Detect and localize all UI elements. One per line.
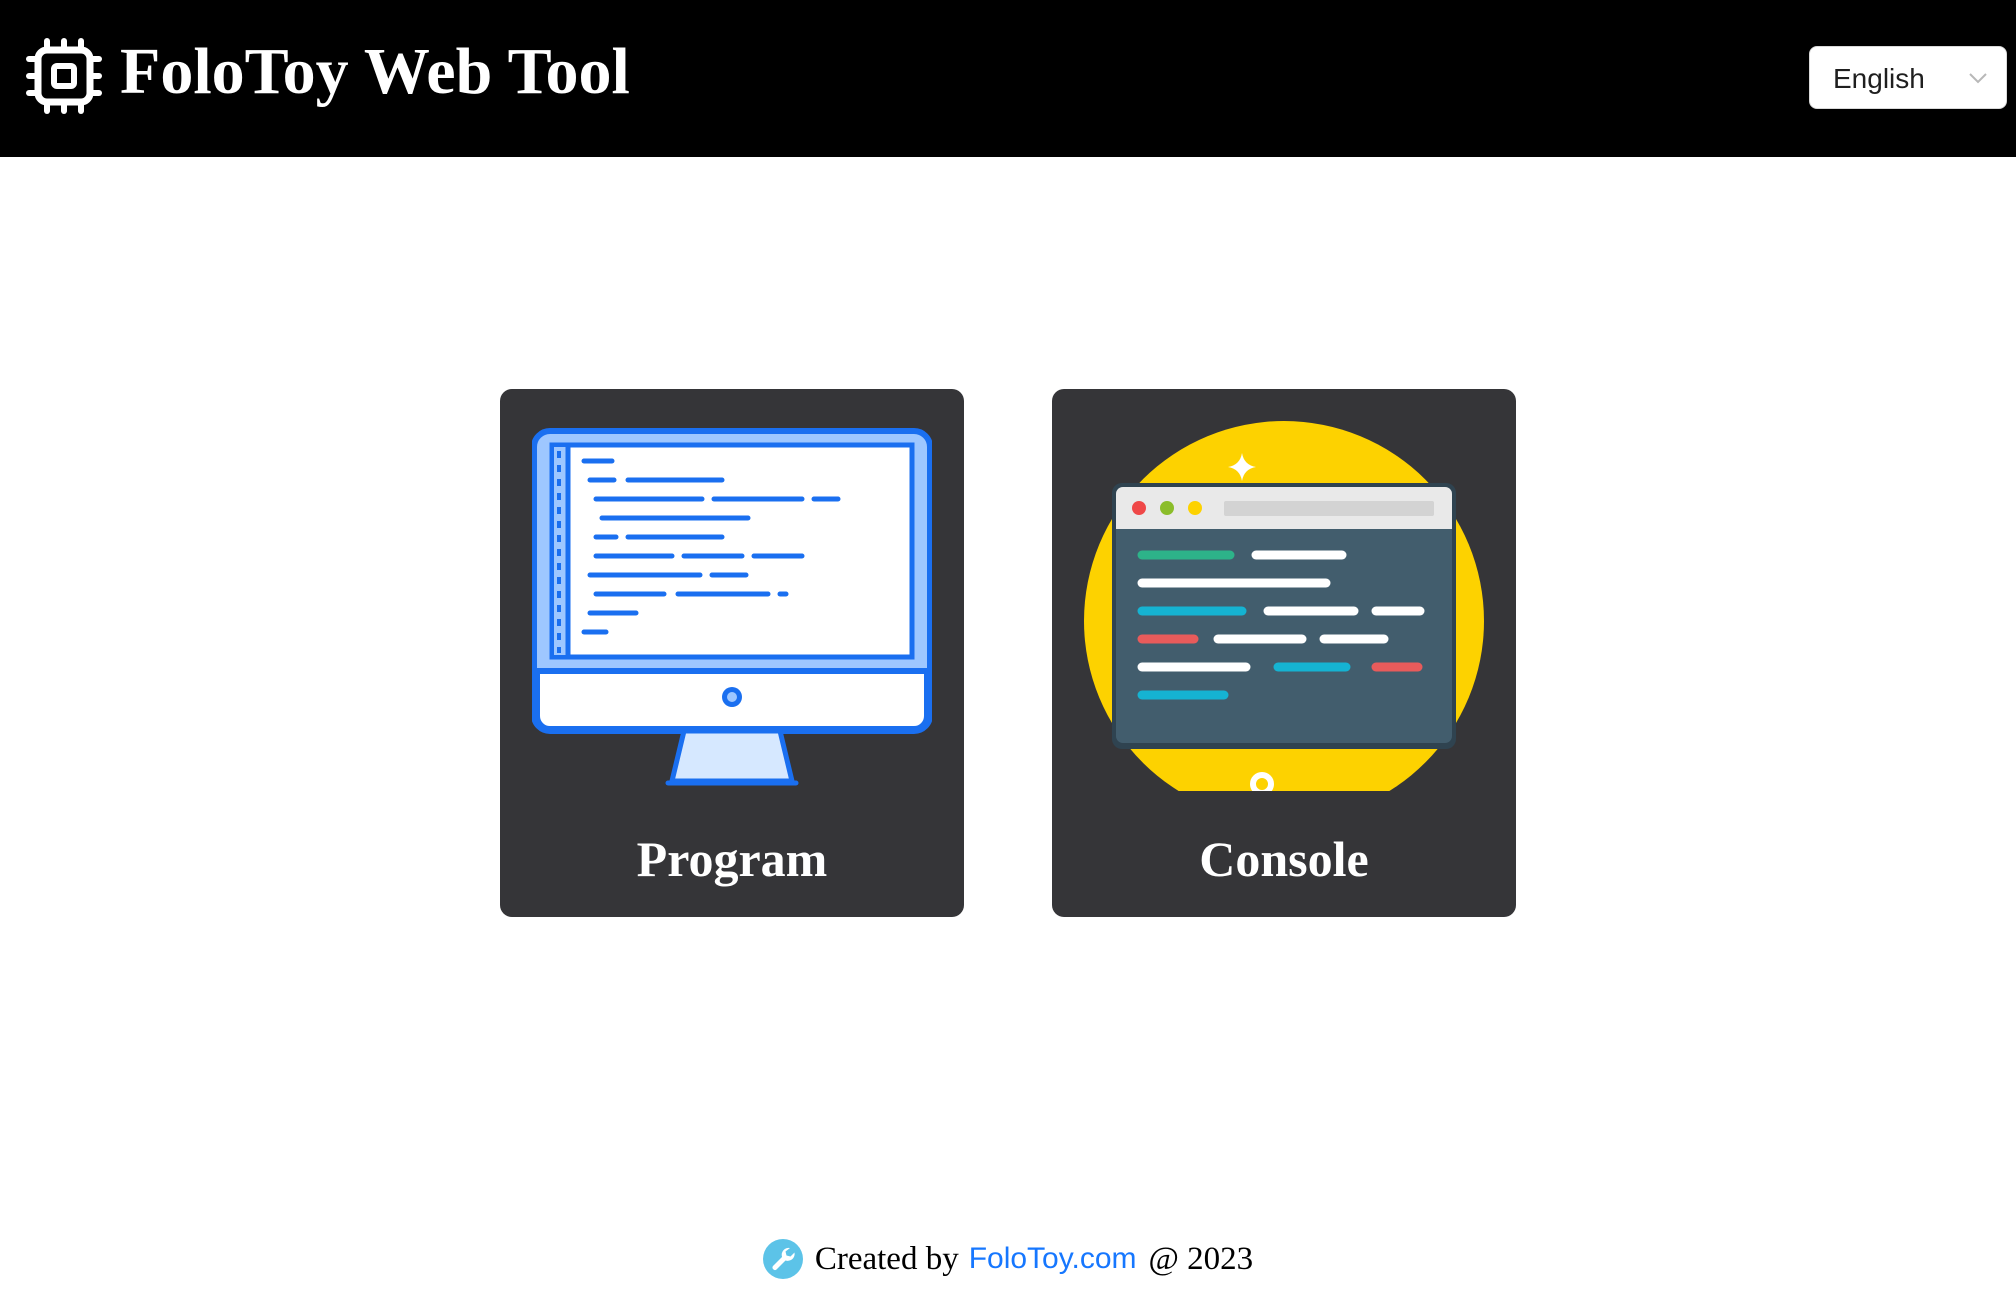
- console-label: Console: [1199, 831, 1369, 887]
- footer-suffix: @ 2023: [1148, 1240, 1254, 1277]
- folotoy-link[interactable]: FoloToy.com: [969, 1242, 1137, 1276]
- wrench-icon: [762, 1239, 803, 1279]
- program-card[interactable]: Program: [500, 389, 964, 917]
- program-label: Program: [636, 831, 828, 887]
- chip-icon: [26, 38, 102, 114]
- top-bar: FoloToy Web Tool English: [0, 0, 2016, 157]
- language-select-value: English: [1833, 63, 1925, 94]
- console-card[interactable]: Console: [1052, 389, 1516, 917]
- chevron-down-icon: [1969, 73, 1987, 84]
- footer-prefix: Created by: [814, 1240, 959, 1277]
- app-title: FoloToy Web Tool: [120, 35, 630, 108]
- terminal-window-icon: [1084, 421, 1484, 791]
- language-select[interactable]: English: [1809, 46, 2007, 109]
- footer: Created by FoloToy.com @ 2023: [0, 1236, 2016, 1282]
- monitor-code-icon: [532, 428, 932, 786]
